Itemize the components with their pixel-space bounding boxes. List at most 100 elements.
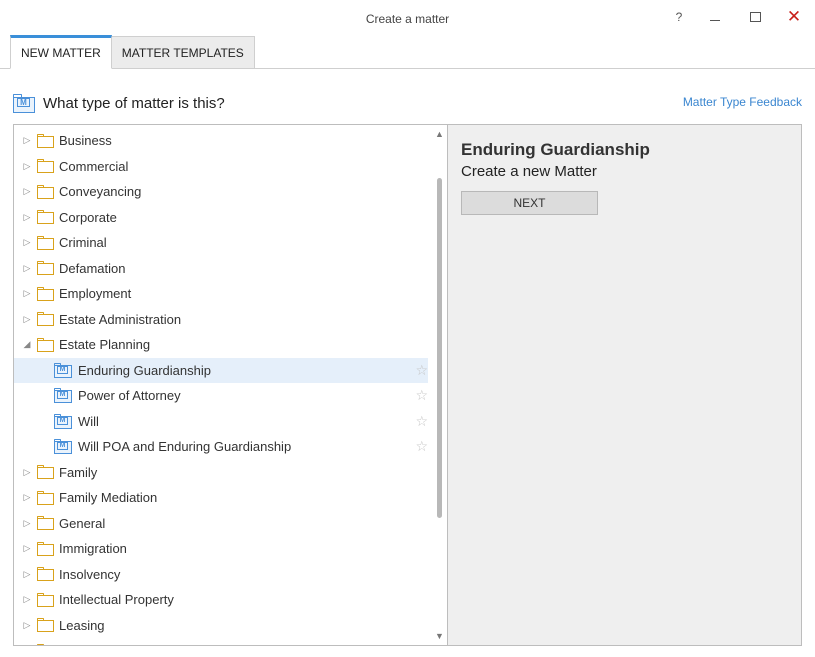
collapsed-triangle-icon[interactable]: ▷	[22, 288, 32, 299]
collapsed-triangle-icon[interactable]: ▷	[22, 135, 32, 146]
tree-item-folder[interactable]: ◢ Estate Planning	[14, 332, 428, 358]
collapsed-triangle-icon[interactable]: ▷	[22, 186, 32, 197]
tree-item-folder[interactable]: ▷ Defamation	[14, 256, 428, 282]
tree-item-matter[interactable]: M Power of Attorney ☆	[14, 383, 428, 409]
collapsed-triangle-icon[interactable]: ▷	[22, 467, 32, 478]
tree-item-matter[interactable]: M Will POA and Enduring Guardianship ☆	[14, 434, 428, 460]
question-text: What type of matter is this?	[43, 94, 225, 112]
tab-matter-templates[interactable]: MATTER TEMPLATES	[111, 36, 255, 69]
folder-icon	[37, 643, 54, 645]
favorite-star-icon[interactable]: ☆	[415, 438, 428, 455]
tree-item-matter[interactable]: M Will ☆	[14, 409, 428, 435]
tree-item-folder[interactable]: ▷ Intellectual Property	[14, 587, 428, 613]
tree-item-folder[interactable]: ▷ Business	[14, 128, 428, 154]
maximize-icon	[749, 12, 761, 22]
tab-bar: NEW MATTER MATTER TEMPLATES	[10, 35, 255, 69]
help-button[interactable]: ?	[664, 6, 694, 28]
tab-new-matter[interactable]: NEW MATTER	[10, 35, 112, 69]
tree-item-label: Power of Attorney	[78, 388, 181, 404]
tree-item-label: Enduring Guardianship	[78, 362, 211, 378]
tree-item-folder[interactable]: ▷ General	[14, 511, 428, 537]
tree-item-folder[interactable]: ▷ Commercial	[14, 154, 428, 180]
collapsed-triangle-icon[interactable]: ▷	[22, 620, 32, 631]
tree-item-folder[interactable]: ▷ Family Mediation	[14, 485, 428, 511]
tree-item-label: Corporate	[59, 209, 117, 225]
folder-icon	[37, 261, 54, 276]
matter-icon: M	[54, 388, 72, 404]
tree-item-label: Estate Administration	[59, 311, 182, 327]
tree-item-folder[interactable]: ▷ Estate Administration	[14, 307, 428, 333]
tree-item-folder[interactable]: ▷ Family	[14, 460, 428, 486]
collapsed-triangle-icon[interactable]: ▷	[22, 543, 32, 554]
tree-item-label: Estate Planning	[59, 337, 151, 353]
tree-item-label: Commercial	[59, 158, 129, 174]
maximize-button[interactable]	[740, 6, 770, 28]
collapsed-triangle-icon[interactable]: ▷	[22, 263, 32, 274]
folder-icon	[37, 337, 54, 352]
tree-item-folder[interactable]: ▷ Corporate	[14, 205, 428, 231]
folder-icon	[37, 541, 54, 556]
collapsed-triangle-icon[interactable]: ▷	[22, 569, 32, 580]
matter-icon: M	[13, 93, 35, 113]
tree-item-folder[interactable]: ▷ Leasing	[14, 613, 428, 639]
tree-item-label: Employment	[59, 286, 132, 302]
collapsed-triangle-icon[interactable]: ▷	[22, 518, 32, 529]
folder-icon	[37, 210, 54, 225]
favorite-star-icon[interactable]: ☆	[415, 413, 428, 430]
tree-item-folder[interactable]: ▷ Conveyancing	[14, 179, 428, 205]
tree-item-label: Leasing	[59, 617, 105, 633]
tree-item-folder[interactable]: ▷ Employment	[14, 281, 428, 307]
folder-icon	[37, 592, 54, 607]
tree-item-label: Criminal	[59, 235, 107, 251]
scroll-thumb[interactable]	[437, 178, 442, 518]
tree-item-label: Litigation	[59, 643, 111, 645]
tab-divider	[0, 68, 815, 69]
tree-item-label: Insolvency	[59, 566, 121, 582]
tree-item-folder[interactable]: ▷ Insolvency	[14, 562, 428, 588]
collapsed-triangle-icon[interactable]: ▷	[22, 594, 32, 605]
tree-item-label: Immigration	[59, 541, 127, 557]
matter-type-tree[interactable]: ▷ Business ▷ Commercial ▷ Conveyancing ▷ Corpor…	[13, 124, 448, 646]
minimize-button[interactable]	[700, 6, 730, 28]
matter-type-feedback-link[interactable]: Matter Type Feedback	[683, 95, 802, 109]
collapsed-triangle-icon[interactable]: ▷	[22, 645, 32, 646]
tree-item-folder[interactable]: ▷ Immigration	[14, 536, 428, 562]
tree-item-label: Defamation	[59, 260, 126, 276]
tree-list: ▷ Business ▷ Commercial ▷ Conveyancing ▷ Corpor…	[14, 128, 428, 646]
collapsed-triangle-icon[interactable]: ▷	[22, 212, 32, 223]
close-button[interactable]: ✕	[779, 6, 809, 28]
matter-icon: M	[54, 362, 72, 378]
tree-item-label: Conveyancing	[59, 184, 142, 200]
next-button[interactable]: NEXT	[461, 191, 598, 215]
expanded-triangle-icon[interactable]: ◢	[22, 339, 32, 350]
tree-item-label: Will	[78, 413, 99, 429]
scroll-down-arrow-icon[interactable]: ▼	[431, 628, 447, 644]
folder-icon	[37, 490, 54, 505]
tree-item-label: Business	[59, 133, 112, 149]
tree-item-matter[interactable]: M Enduring Guardianship ☆	[14, 357, 428, 383]
favorite-star-icon[interactable]: ☆	[415, 387, 428, 404]
folder-icon	[37, 133, 54, 148]
folder-icon	[37, 312, 54, 327]
title-bar: Create a matter ? ✕	[0, 0, 815, 36]
folder-icon	[37, 618, 54, 633]
collapsed-triangle-icon[interactable]: ▷	[22, 161, 32, 172]
tree-item-folder[interactable]: ▷ Criminal	[14, 230, 428, 256]
detail-title: Enduring Guardianship	[461, 140, 650, 159]
tree-item-folder[interactable]: ▷ Litigation	[14, 638, 428, 646]
folder-icon	[37, 159, 54, 174]
collapsed-triangle-icon[interactable]: ▷	[22, 492, 32, 503]
tree-item-label: Intellectual Property	[59, 592, 174, 608]
tree-item-label: General	[59, 515, 106, 531]
scroll-up-arrow-icon[interactable]: ▲	[431, 126, 447, 142]
favorite-star-icon[interactable]: ☆	[415, 362, 428, 379]
tree-item-label: Family Mediation	[59, 490, 158, 506]
detail-subtitle: Create a new Matter	[461, 163, 597, 180]
tree-item-label: Family	[59, 464, 98, 480]
collapsed-triangle-icon[interactable]: ▷	[22, 314, 32, 325]
question-header: M What type of matter is this?	[13, 92, 225, 114]
collapsed-triangle-icon[interactable]: ▷	[22, 237, 32, 248]
tree-scrollbar[interactable]: ▲ ▼	[431, 125, 447, 645]
folder-icon	[37, 286, 54, 301]
minimize-icon	[710, 19, 720, 21]
